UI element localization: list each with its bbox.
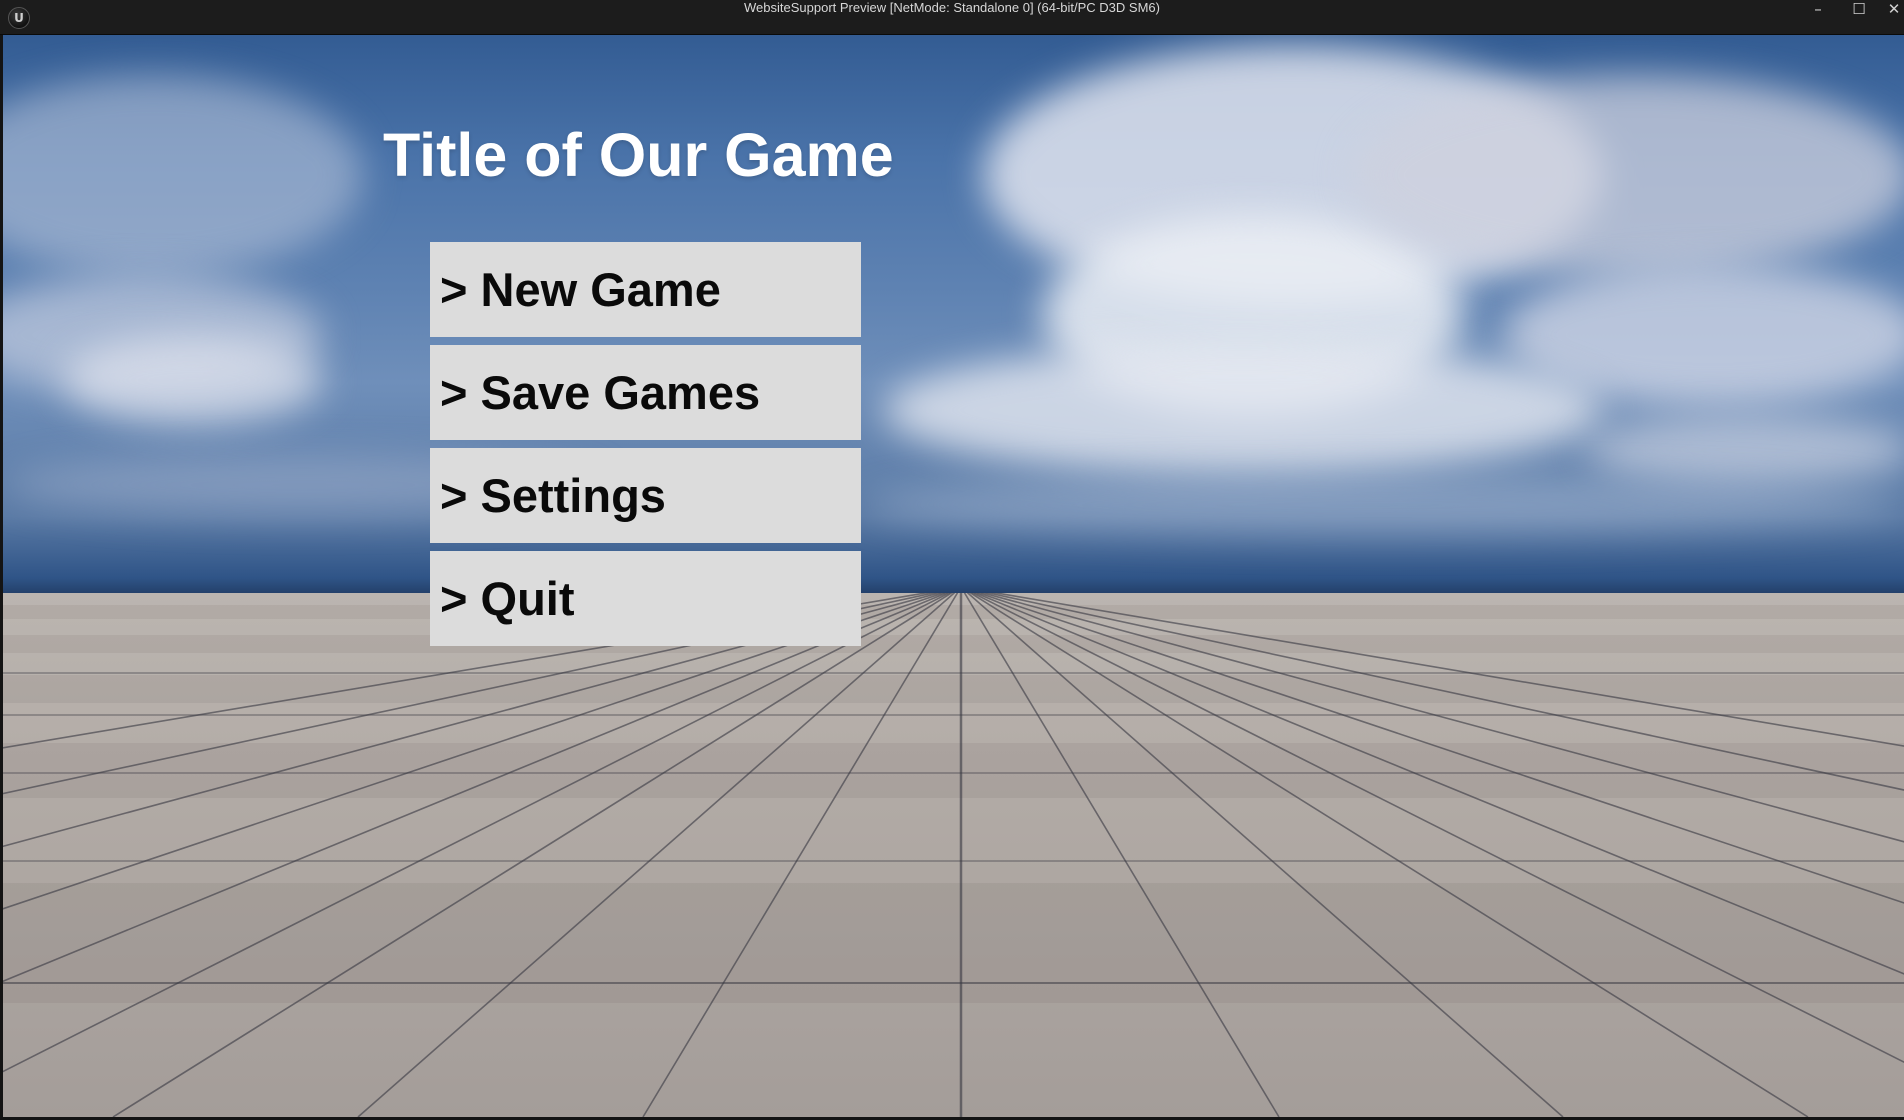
save-games-button[interactable]: > Save Games <box>430 345 861 440</box>
new-game-button[interactable]: > New Game <box>430 242 861 337</box>
game-viewport: Title of Our Game > New Game > Save Game… <box>3 35 1904 1117</box>
maximize-button[interactable]: ☐ <box>1838 0 1880 31</box>
quit-button[interactable]: > Quit <box>430 551 861 646</box>
window-titlebar[interactable]: WebsiteSupport Preview [NetMode: Standal… <box>0 0 1904 35</box>
checkered-floor <box>3 593 1904 1117</box>
minimize-button[interactable]: – <box>1797 0 1839 31</box>
floor-grid <box>3 593 1904 1117</box>
sky-background <box>3 35 1904 595</box>
game-window: WebsiteSupport Preview [NetMode: Standal… <box>0 0 1904 1120</box>
game-title: Title of Our Game <box>383 121 894 189</box>
settings-button[interactable]: > Settings <box>430 448 861 543</box>
close-button[interactable]: ✕ <box>1879 0 1904 31</box>
window-title: WebsiteSupport Preview [NetMode: Standal… <box>744 0 1160 15</box>
